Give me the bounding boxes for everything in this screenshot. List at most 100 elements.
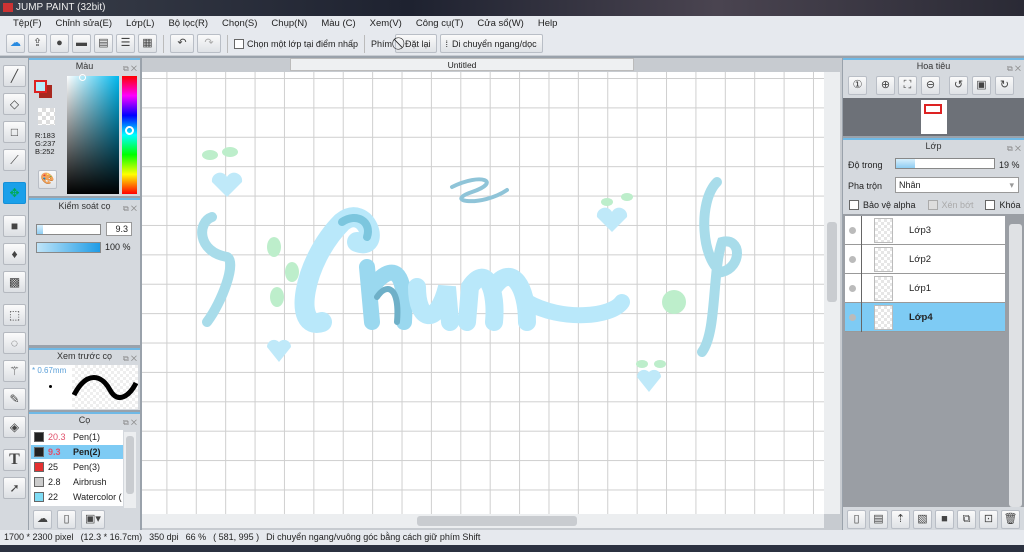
menu-edit[interactable]: Chỉnh sửa(E)	[49, 16, 120, 32]
menu-layer[interactable]: Lớp(L)	[119, 16, 161, 32]
zoom-in-icon[interactable]: ⊕	[876, 76, 895, 95]
lasso-tool-icon[interactable]: ◌	[3, 332, 26, 354]
select-eraser-tool-icon[interactable]: ◈	[3, 416, 26, 438]
layer-row[interactable]: Lớp2	[845, 245, 1005, 274]
text-tool-icon[interactable]: T	[3, 449, 26, 471]
menu-view[interactable]: Xem(V)	[363, 16, 409, 32]
list-settings-icon[interactable]: ☰	[116, 34, 135, 53]
brush-item[interactable]: 20.3 Pen(1)	[31, 430, 123, 444]
visibility-toggle-icon[interactable]	[849, 227, 856, 234]
menu-filter[interactable]: Bộ lọc(R)	[161, 16, 215, 32]
palette-icon[interactable]: 🎨	[38, 170, 57, 189]
panel-close-icon[interactable]: ⧉ ✕	[1007, 142, 1021, 155]
protect-alpha-checkbox[interactable]	[849, 200, 859, 210]
duplicate-layer-icon[interactable]: ⧉	[957, 510, 976, 529]
reset-button[interactable]: ⃠Đặt lại	[394, 34, 437, 53]
select-pen-tool-icon[interactable]: ✎	[3, 388, 26, 410]
foreground-color-swatch[interactable]	[34, 80, 47, 93]
eraser-tool-icon[interactable]: ◇	[3, 93, 26, 115]
new-tone-layer-icon[interactable]: ▧	[913, 510, 932, 529]
visibility-toggle-icon[interactable]	[849, 314, 856, 321]
polyline-tool-icon[interactable]: ⟋	[3, 149, 26, 171]
bucket-tool-icon[interactable]: ♦	[3, 243, 26, 265]
brush-menu-icon[interactable]: ▣▾	[81, 510, 105, 529]
visibility-toggle-icon[interactable]	[849, 285, 856, 292]
tab-untitled[interactable]: Untitled	[290, 58, 634, 71]
redo-icon[interactable]: ↷	[197, 34, 221, 53]
merge-layer-icon[interactable]: ⊡	[979, 510, 998, 529]
layer-row[interactable]: Lớp1	[845, 274, 1005, 303]
operation-tool-icon[interactable]: ➚	[3, 477, 26, 499]
brush-item[interactable]: 25 Pen(3)	[31, 460, 123, 474]
vertical-scrollbar[interactable]	[824, 72, 840, 514]
saturation-value-picker[interactable]	[67, 76, 119, 194]
visibility-toggle-icon[interactable]	[849, 256, 856, 263]
panel-close-icon[interactable]: ⧉ ✕	[1007, 62, 1021, 75]
cloud-icon[interactable]: ☁	[6, 34, 25, 53]
new-brush-icon[interactable]: ▯	[57, 510, 76, 529]
zoom-out-icon[interactable]: ⊖	[921, 76, 940, 95]
panel-close-icon[interactable]: ⧉ ✕	[123, 416, 137, 429]
lock-checkbox[interactable]	[985, 200, 996, 210]
undo-icon[interactable]: ↶	[170, 34, 194, 53]
brush-item[interactable]: 2.8 Airbrush	[31, 475, 123, 489]
menu-file[interactable]: Tệp(F)	[6, 16, 49, 32]
fit-screen-icon[interactable]: ⛶	[898, 76, 917, 95]
brush-list-scrollbar[interactable]	[124, 432, 136, 508]
panel-close-icon[interactable]: ⧉ ✕	[123, 352, 137, 365]
brush-control-panel: Kiểm soát cọ ⧉ ✕ 9.3 100 %	[29, 198, 140, 345]
gradient-tool-icon[interactable]: ▩	[3, 271, 26, 293]
move-direction-button[interactable]: ⁞ Di chuyển ngang/dọc	[439, 34, 543, 53]
grid-edit-icon[interactable]: ▦	[138, 34, 157, 53]
move-tool-icon[interactable]: ✥	[3, 182, 26, 204]
rect-select-tool-icon[interactable]: ⬚	[3, 304, 26, 326]
download-brush-icon[interactable]: ☁	[33, 510, 52, 529]
magic-wand-tool-icon[interactable]: ⚚	[3, 360, 26, 382]
tool-palette: ╱ ◇ □ ⟋ ✥ ■ ♦ ▩ ⬚ ◌ ⚚ ✎ ◈ T ➚	[0, 58, 28, 530]
new-vector-layer-icon[interactable]: ⇡	[891, 510, 910, 529]
comment-icon[interactable]: ▬	[72, 34, 91, 53]
speech-bubble-icon[interactable]: ●	[50, 34, 69, 53]
menu-tools[interactable]: Công cụ(T)	[409, 16, 471, 32]
menu-capture[interactable]: Chụp(N)	[264, 16, 314, 32]
blend-mode-select[interactable]: Nhân ▾	[895, 177, 1019, 193]
brush-item[interactable]: 22 Watercolor (	[31, 490, 123, 504]
document-icon[interactable]: ▤	[94, 34, 113, 53]
panel-close-icon[interactable]: ⧉ ✕	[123, 202, 137, 215]
layer-thumbnail	[874, 276, 893, 301]
sv-cursor[interactable]	[79, 74, 86, 81]
layer-opacity-slider[interactable]	[895, 158, 995, 169]
menu-select[interactable]: Chọn(S)	[215, 16, 264, 32]
rotate-right-icon[interactable]: ↻	[995, 76, 1014, 95]
share-icon[interactable]: ⇪	[28, 34, 47, 53]
layer-scrollbar[interactable]	[1009, 224, 1022, 507]
rectangle-tool-icon[interactable]: □	[3, 121, 26, 143]
rotate-left-icon[interactable]: ↺	[949, 76, 968, 95]
select-layer-checkbox[interactable]	[234, 38, 244, 49]
delete-layer-icon[interactable]: 🗑	[1001, 510, 1020, 529]
brush-tool-icon[interactable]: ╱	[3, 65, 26, 87]
new-text-layer-icon[interactable]: ▤	[869, 510, 888, 529]
new-layer-icon[interactable]: ▯	[847, 510, 866, 529]
brush-item[interactable]: 9.3 Pen(2)	[31, 445, 123, 459]
horizontal-scrollbar[interactable]	[142, 514, 824, 528]
hue-cursor[interactable]	[125, 126, 134, 135]
clip-checkbox[interactable]	[927, 200, 938, 210]
fill-rect-tool-icon[interactable]: ■	[3, 215, 26, 237]
hue-slider[interactable]	[122, 76, 137, 194]
brush-size-input[interactable]: 9.3	[106, 222, 132, 236]
new-folder-icon[interactable]: ■	[935, 510, 954, 529]
navigator-preview[interactable]	[843, 98, 1024, 136]
menu-window[interactable]: Cửa sổ(W)	[470, 16, 530, 32]
menu-color[interactable]: Màu (C)	[314, 16, 362, 32]
zoom-actual-icon[interactable]: ①	[848, 76, 867, 95]
drawing-canvas[interactable]	[142, 72, 824, 514]
transparent-color-swatch[interactable]	[38, 108, 55, 125]
layer-row[interactable]: Lớp3	[845, 216, 1005, 245]
brush-size-slider[interactable]	[36, 224, 101, 235]
panel-close-icon[interactable]: ⧉ ✕	[123, 62, 137, 75]
reset-rotation-icon[interactable]: ▣	[972, 76, 991, 95]
brush-opacity-slider[interactable]	[36, 242, 101, 253]
menu-help[interactable]: Help	[531, 16, 565, 32]
layer-row[interactable]: Lớp4	[845, 303, 1005, 332]
